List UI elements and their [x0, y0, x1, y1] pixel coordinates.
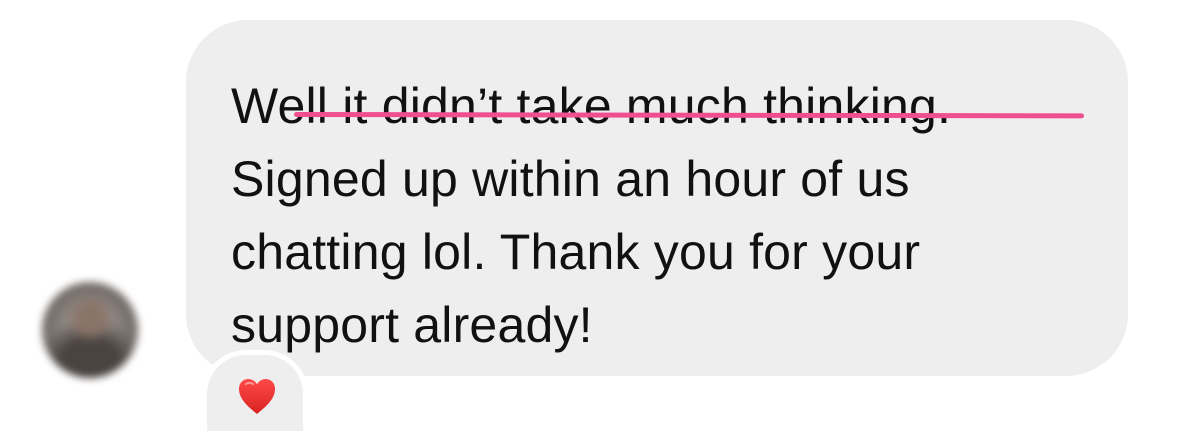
heart-icon [239, 379, 275, 414]
avatar[interactable] [42, 282, 138, 378]
message-bubble[interactable]: Well it didn’t take much thinking. Signe… [186, 20, 1128, 376]
reaction-badge[interactable] [202, 350, 308, 436]
